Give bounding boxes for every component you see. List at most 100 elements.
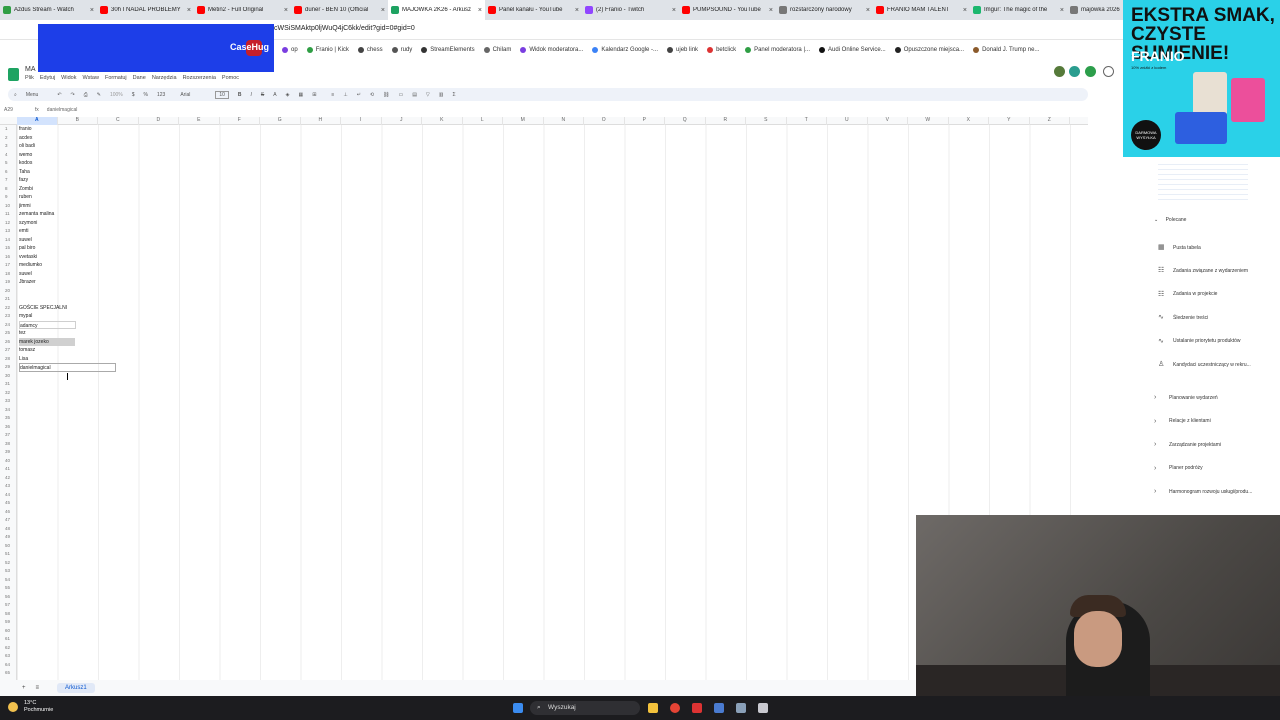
menu-item[interactable]: Edytuj <box>40 75 55 81</box>
bookmark-item[interactable]: Widok moderatora... <box>520 47 583 53</box>
cell-a[interactable]: mediumko <box>19 261 75 270</box>
browser-tab[interactable]: duner - BEN 10 (Official × <box>291 0 388 20</box>
fill-color-icon[interactable]: ◈ <box>286 92 290 98</box>
chrome-icon[interactable] <box>670 703 680 713</box>
row-header[interactable]: 25 <box>0 329 17 338</box>
merge-icon[interactable]: ⊞ <box>312 92 316 98</box>
row-header[interactable]: 15 <box>0 244 17 253</box>
row-header[interactable]: 18 <box>0 270 17 279</box>
cell-a[interactable]: ruben <box>19 193 75 202</box>
close-icon[interactable]: × <box>866 7 870 14</box>
row-header[interactable]: 10 <box>0 202 17 211</box>
doc-title[interactable]: MA <box>25 66 36 73</box>
template-group[interactable]: › Planowanie wydarzeń <box>1154 394 1218 401</box>
search-icon[interactable]: ⌕ <box>14 92 17 98</box>
close-icon[interactable]: × <box>284 7 288 14</box>
browser-tab[interactable]: Metin2 - Full Original × <box>194 0 291 20</box>
row-header[interactable]: 7 <box>0 176 17 185</box>
column-header[interactable]: T <box>787 117 827 125</box>
cell-a[interactable]: suwel <box>19 270 75 279</box>
row-header[interactable]: 19 <box>0 278 17 287</box>
cell-a[interactable]: Lisa <box>19 355 75 364</box>
row-header[interactable]: 38 <box>0 440 17 449</box>
row-header[interactable]: 40 <box>0 457 17 466</box>
link-icon[interactable]: ⛓ <box>383 92 389 98</box>
bookmark-item[interactable]: betclick <box>707 47 736 53</box>
align-icon[interactable]: ≡ <box>331 92 334 98</box>
paint-format-icon[interactable]: ✎ <box>97 92 101 98</box>
row-header[interactable]: 35 <box>0 414 17 423</box>
row-header[interactable]: 64 <box>0 661 17 670</box>
undo-icon[interactable]: ↶ <box>57 92 61 98</box>
template-item[interactable]: ♙ Kandydaci uczestniczący w rekru... <box>1158 361 1251 368</box>
row-header[interactable]: 5 <box>0 159 17 168</box>
close-icon[interactable]: × <box>381 7 385 14</box>
bookmark-item[interactable]: rudy <box>391 47 412 53</box>
font-size-input[interactable]: 10 <box>215 90 229 99</box>
cell-a[interactable]: mypal <box>19 312 75 321</box>
row-header[interactable]: 22 <box>0 304 17 313</box>
row-header[interactable]: 39 <box>0 448 17 457</box>
menu-search-label[interactable]: Menu <box>26 92 39 98</box>
app-icon[interactable] <box>758 703 768 713</box>
strikethrough-icon[interactable]: S <box>261 92 264 98</box>
row-header[interactable]: 65 <box>0 669 17 678</box>
cell-a[interactable]: pal biro <box>19 244 75 253</box>
menu-item[interactable]: Wstaw <box>82 75 99 81</box>
row-header[interactable]: 4 <box>0 151 17 160</box>
column-header[interactable]: Z <box>1030 117 1070 125</box>
url-text[interactable]: cWSiSMAktp0ljWuQ4jC6kk/edit?gid=0#gid=0 <box>274 25 415 32</box>
row-header[interactable]: 44 <box>0 491 17 500</box>
column-header[interactable]: H <box>301 117 341 125</box>
row-header[interactable]: 32 <box>0 389 17 398</box>
row-header[interactable]: 31 <box>0 380 17 389</box>
menu-item[interactable]: Rozszerzenia <box>183 75 216 81</box>
browser-tab[interactable]: (2) Franio - Twitch × <box>582 0 679 20</box>
bookmark-item[interactable]: Audi Online Service... <box>819 47 886 53</box>
font-select[interactable]: Arial <box>180 92 190 98</box>
start-icon[interactable] <box>513 703 523 713</box>
row-header[interactable]: 33 <box>0 397 17 406</box>
column-header[interactable]: B <box>58 117 98 125</box>
cell-a[interactable]: acdex <box>19 134 75 143</box>
bookmark-item[interactable]: op <box>282 47 298 53</box>
row-header[interactable]: 51 <box>0 550 17 559</box>
comment-icon[interactable]: ▭ <box>398 92 403 98</box>
cell-a[interactable]: danielmagical <box>19 363 116 372</box>
bookmark-item[interactable]: Panel moderatora |... <box>745 47 810 53</box>
borders-icon[interactable]: ▦ <box>298 92 303 98</box>
app-icon[interactable] <box>714 703 724 713</box>
template-item[interactable]: ▦ Pusta tabela <box>1158 244 1201 251</box>
column-header[interactable]: L <box>463 117 503 125</box>
italic-icon[interactable]: I <box>251 92 252 98</box>
browser-tab[interactable]: FRANIO MAM TALENT × <box>873 0 970 20</box>
close-icon[interactable]: × <box>672 7 676 14</box>
bookmark-item[interactable]: Donald J. Trump ne... <box>973 47 1039 53</box>
column-header[interactable]: W <box>908 117 949 125</box>
rotate-icon[interactable]: ⟲ <box>370 92 374 98</box>
column-header[interactable]: I <box>341 117 382 125</box>
shield-icon[interactable] <box>1085 66 1096 77</box>
row-header[interactable]: 41 <box>0 465 17 474</box>
bookmark-item[interactable]: Chilam <box>483 47 511 53</box>
cell-a[interactable]: wemo <box>19 151 75 160</box>
row-header[interactable]: 28 <box>0 355 17 364</box>
row-header[interactable]: 29 <box>0 363 17 372</box>
template-group[interactable]: › Zarządzanie projektami <box>1154 441 1221 448</box>
bookmark-item[interactable]: Kalendarz Google -... <box>592 47 658 53</box>
browser-tab[interactable]: 30h I NADAL PROBLEMY × <box>97 0 194 20</box>
row-header[interactable]: 13 <box>0 227 17 236</box>
column-header[interactable]: N <box>544 117 584 125</box>
column-header[interactable]: X <box>949 117 989 125</box>
cell-a[interactable]: Taha <box>19 168 75 177</box>
template-item[interactable]: ∿ Śledzenie treści <box>1158 314 1208 321</box>
browser-tab[interactable]: PUMPSOUND - YouTube × <box>679 0 776 20</box>
column-header[interactable]: Q <box>665 117 706 125</box>
column-header[interactable]: P <box>625 117 665 125</box>
cell-a[interactable] <box>19 287 75 296</box>
cell-a[interactable]: vvetaski <box>19 253 75 262</box>
close-icon[interactable]: × <box>1060 7 1064 14</box>
close-icon[interactable]: × <box>769 7 773 14</box>
row-header[interactable]: 62 <box>0 644 17 653</box>
close-icon[interactable]: × <box>90 7 94 14</box>
